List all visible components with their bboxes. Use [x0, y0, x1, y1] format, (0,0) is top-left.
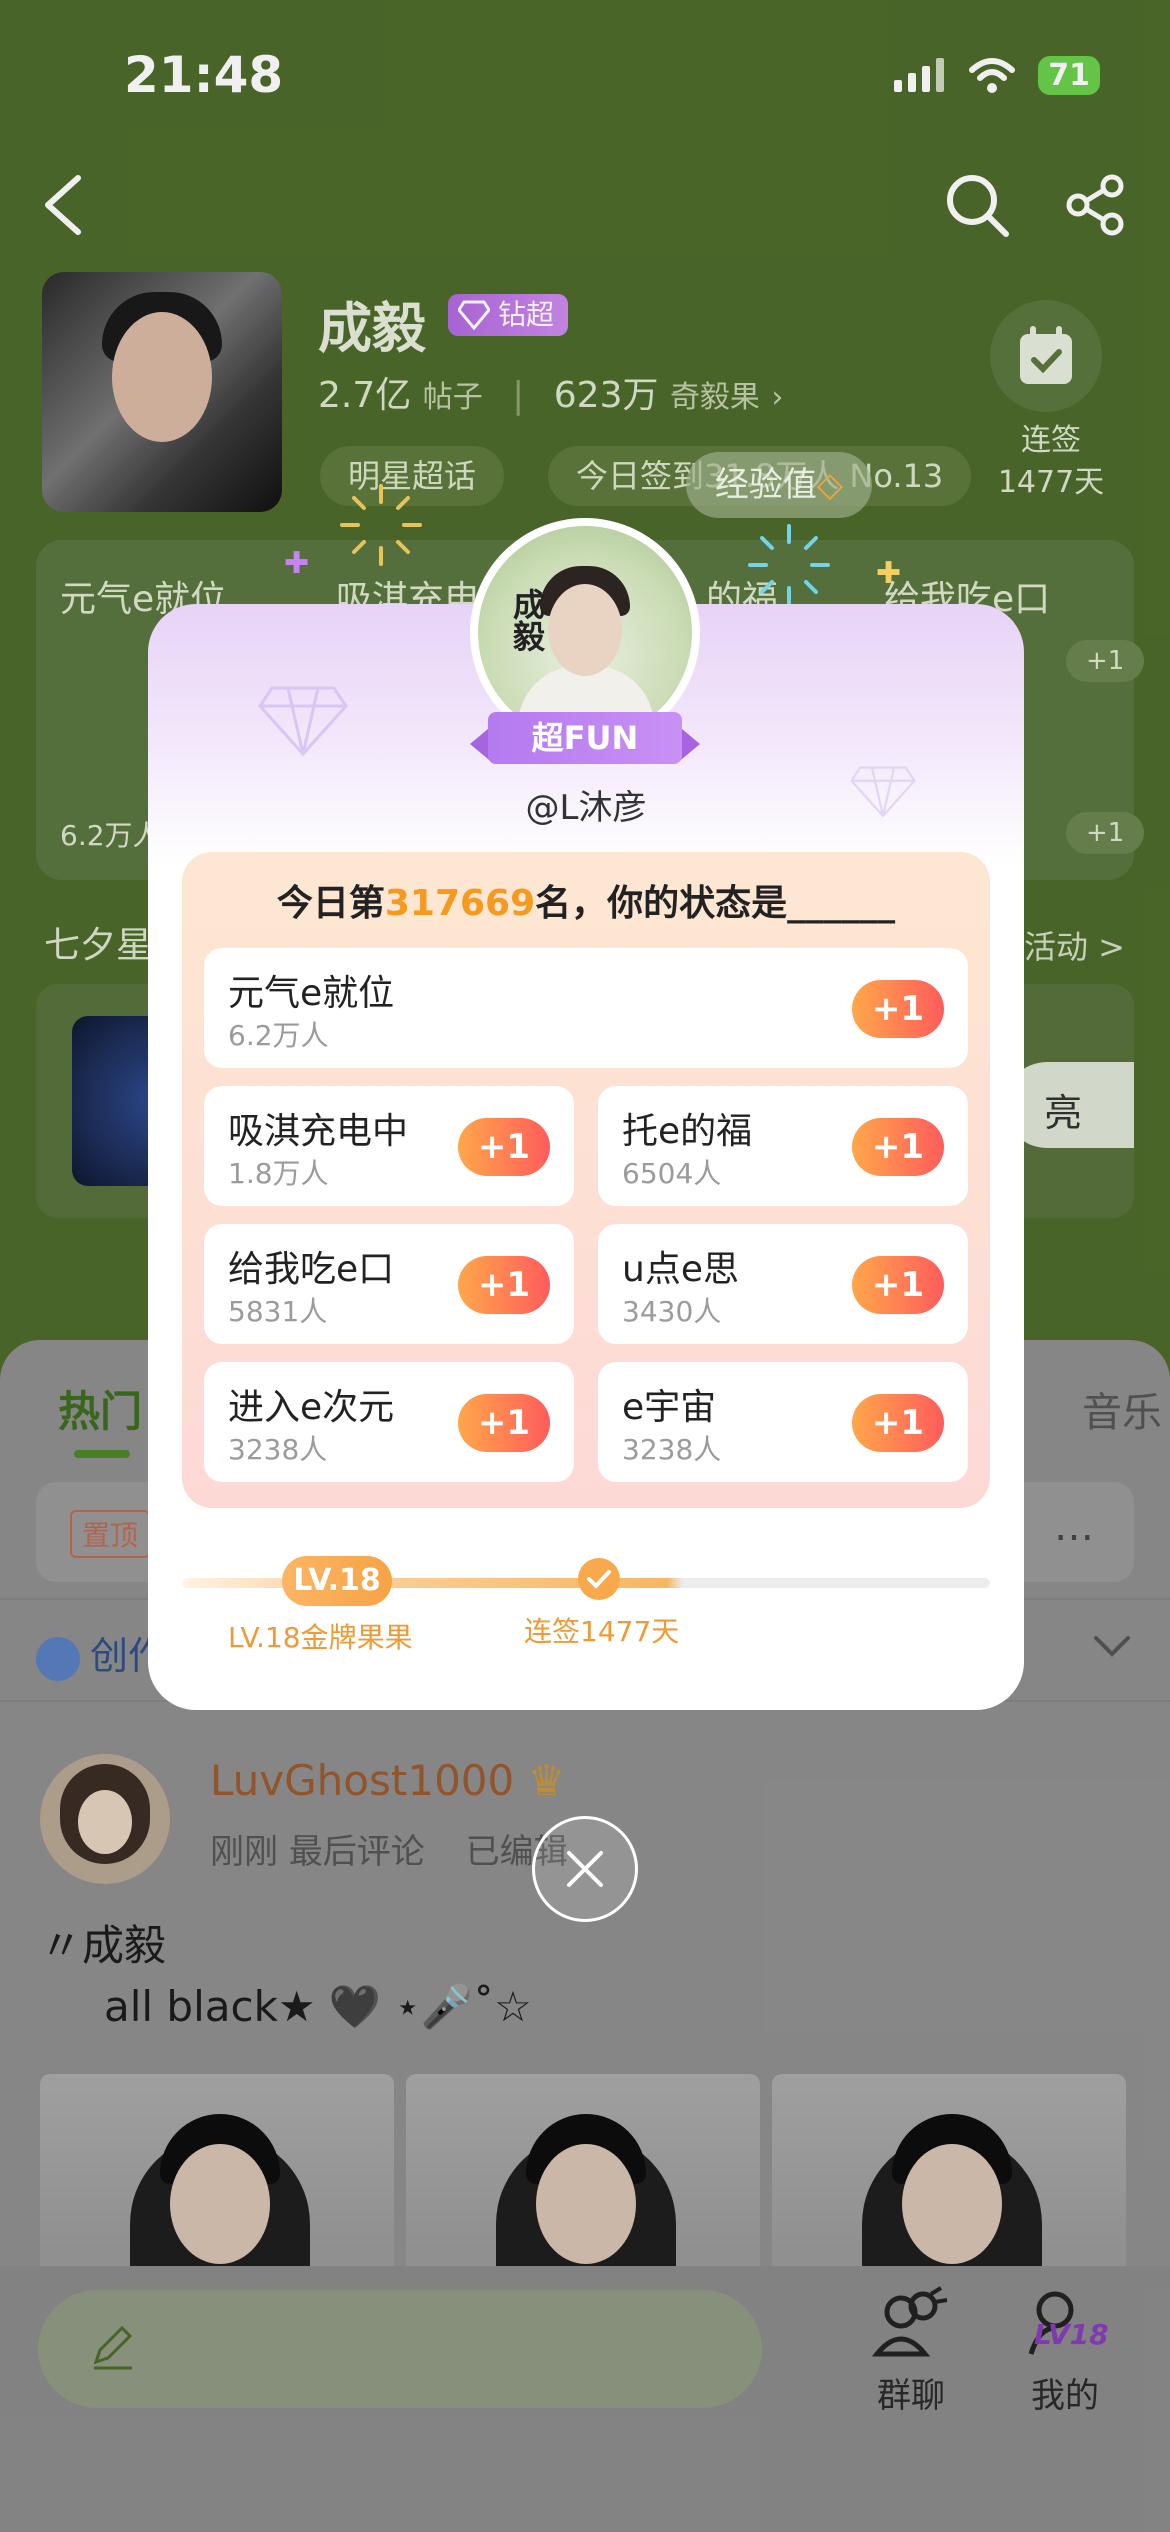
plus-sparkle-icon: ✚ [284, 546, 310, 581]
plus-one-button[interactable]: +1 [458, 1394, 550, 1452]
plus-one-button[interactable]: +1 [852, 1256, 944, 1314]
avatar-calligraphy: 成毅 [508, 588, 546, 652]
rank-title: 今日第317669名，你的状态是______ [182, 874, 990, 926]
diamond-decoration-icon [258, 686, 348, 756]
experience-pill: 经验值◇ [686, 452, 872, 518]
level-caption: LV.18金牌果果 [228, 1621, 413, 1654]
option-name: e宇宙 [622, 1387, 717, 1428]
option-count: 6504人 [622, 1157, 722, 1190]
option-name: 吸淇充电中 [228, 1111, 409, 1152]
user-avatar[interactable]: 成毅 [478, 526, 692, 740]
plus-one-button[interactable]: +1 [852, 980, 944, 1038]
option-count: 3238人 [228, 1433, 328, 1466]
plus-sparkle-icon: ✚ [876, 556, 902, 591]
status-option[interactable]: u点e思 3430人 +1 [598, 1224, 968, 1344]
status-option[interactable]: 进入e次元 3238人 +1 [204, 1362, 574, 1482]
option-name: u点e思 [622, 1249, 739, 1290]
status-option[interactable]: e宇宙 3238人 +1 [598, 1362, 968, 1482]
plus-one-button[interactable]: +1 [852, 1118, 944, 1176]
experience-label: 经验值 [714, 465, 817, 505]
status-option[interactable]: 给我吃e口 5831人 +1 [204, 1224, 574, 1344]
plus-one-button[interactable]: +1 [852, 1394, 944, 1452]
close-icon [567, 1851, 603, 1887]
sparkle-icon [340, 484, 422, 566]
rank-prefix: 今日第 [276, 883, 385, 924]
super-fun-label: 超FUN [488, 712, 682, 764]
checkin-status-modal: @L沐彦 今日第317669名，你的状态是______ 元气e就位 6.2万人 … [148, 604, 1024, 1710]
sparkle-icon [748, 524, 830, 606]
level-badge: LV.18 [282, 1556, 392, 1606]
close-button[interactable] [532, 1816, 638, 1922]
status-options-panel: 今日第317669名，你的状态是______ 元气e就位 6.2万人 +1 吸淇… [182, 852, 990, 1508]
option-count: 3238人 [622, 1433, 722, 1466]
option-name: 进入e次元 [228, 1387, 395, 1428]
rank-suffix: 名，你的状态是______ [535, 883, 896, 924]
option-count: 1.8万人 [228, 1157, 329, 1190]
option-name: 托e的福 [622, 1111, 753, 1152]
streak-check-icon [578, 1558, 620, 1600]
status-option[interactable]: 托e的福 6504人 +1 [598, 1086, 968, 1206]
plus-one-button[interactable]: +1 [458, 1256, 550, 1314]
super-fun-badge: 超FUN [470, 712, 700, 768]
option-name: 元气e就位 [228, 973, 395, 1014]
option-name: 给我吃e口 [228, 1249, 395, 1290]
option-count: 3430人 [622, 1295, 722, 1328]
streak-caption: 连签1477天 [524, 1615, 680, 1648]
status-option[interactable]: 吸淇充电中 1.8万人 +1 [204, 1086, 574, 1206]
username: @L沐彦 [525, 788, 647, 828]
option-count: 6.2万人 [228, 1019, 329, 1052]
rank-number: 317669 [384, 883, 536, 924]
status-option[interactable]: 元气e就位 6.2万人 +1 [204, 948, 968, 1068]
option-count: 5831人 [228, 1295, 328, 1328]
plus-one-button[interactable]: +1 [458, 1118, 550, 1176]
